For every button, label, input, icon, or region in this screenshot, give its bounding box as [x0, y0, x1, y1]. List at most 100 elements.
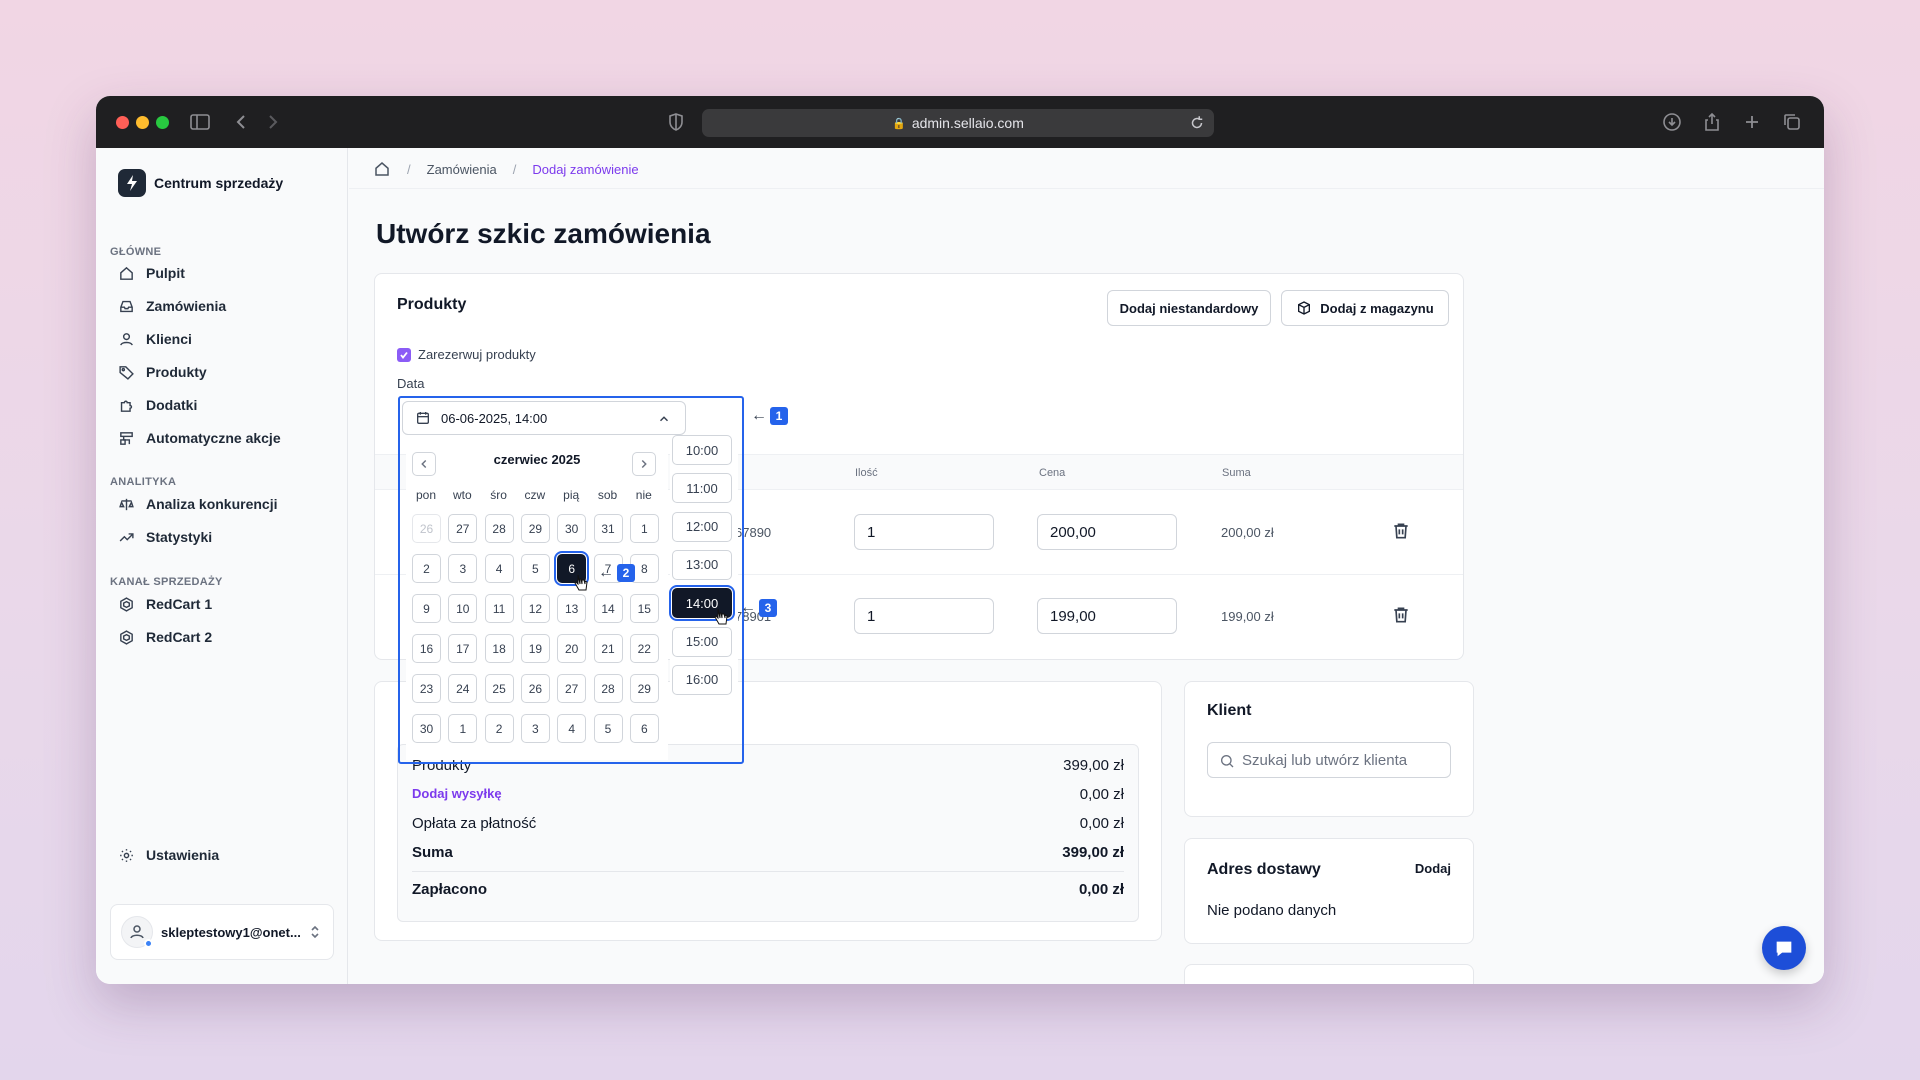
calendar-day[interactable]: 2 — [412, 554, 441, 583]
calendar-day[interactable]: 2 — [484, 714, 514, 743]
share-icon[interactable] — [1700, 110, 1724, 134]
calendar-day[interactable]: 28 — [593, 674, 623, 703]
sidebar-item-produkty[interactable]: Produkty — [118, 359, 207, 385]
close-window-button[interactable] — [116, 116, 129, 129]
sidebar-item-redcart-2[interactable]: RedCart 2 — [118, 624, 212, 650]
back-icon[interactable] — [230, 110, 254, 134]
calendar-day[interactable]: 17 — [448, 634, 478, 663]
forward-icon[interactable] — [260, 110, 284, 134]
calendar-day[interactable]: 13 — [557, 594, 587, 623]
trend-icon — [119, 532, 134, 542]
calendar-day[interactable]: 18 — [484, 634, 514, 663]
sidebar-item-dodatki[interactable]: Dodatki — [118, 392, 197, 418]
sidebar-item-label: Ustawienia — [146, 847, 220, 863]
address-bar[interactable]: 🔒 admin.sellaio.com — [702, 109, 1214, 137]
nav-section-main: GŁÓWNE — [110, 246, 162, 258]
new-tab-icon[interactable] — [1740, 110, 1764, 134]
brand-logo-icon — [118, 169, 146, 197]
client-search-input[interactable]: Szukaj lub utwórz klienta — [1207, 742, 1451, 778]
sidebar-item-klienci[interactable]: Klienci — [118, 326, 192, 352]
calendar-day[interactable]: 9 — [412, 594, 441, 623]
sidebar-item-automatyczne-akcje[interactable]: Automatyczne akcje — [118, 425, 281, 451]
hand-cursor-icon — [714, 608, 728, 625]
calendar-day[interactable]: 26 — [520, 674, 550, 703]
shipping-address-card: Adres dostawy Dodaj Nie podano danych — [1184, 838, 1474, 944]
calendar-day[interactable]: 3 — [520, 714, 550, 743]
calendar-day[interactable]: 15 — [629, 594, 659, 623]
calendar-day[interactable]: 30 — [557, 514, 587, 543]
add-address-button[interactable]: Dodaj — [1415, 861, 1451, 876]
home-icon[interactable] — [373, 160, 391, 178]
user-menu[interactable]: skleptestowy1@onet... — [110, 904, 334, 960]
qty-input[interactable]: 1 — [854, 598, 994, 634]
calendar-day[interactable]: 27 — [448, 514, 478, 543]
time-list: 10:00 11:00 12:00 13:00 14:00 15:00 16:00 — [669, 435, 738, 740]
date-input[interactable]: 06-06-2025, 14:00 — [402, 401, 686, 435]
calendar-day[interactable]: 1 — [629, 514, 659, 543]
trash-icon[interactable] — [1391, 605, 1411, 625]
brand[interactable]: Centrum sprzedaży — [118, 169, 283, 197]
calendar-day[interactable]: 20 — [557, 634, 587, 663]
calendar-day[interactable]: 1 — [448, 714, 478, 743]
time-option[interactable]: 13:00 — [672, 549, 732, 580]
breadcrumb: / Zamówienia / Dodaj zamówienie — [373, 160, 639, 178]
calendar-day[interactable]: 29 — [629, 674, 659, 703]
calendar-day[interactable]: 29 — [520, 514, 550, 543]
price-input[interactable]: 200,00 — [1037, 514, 1177, 550]
time-option[interactable]: 16:00 — [672, 664, 732, 695]
time-option[interactable]: 11:00 — [672, 473, 732, 504]
time-option[interactable]: 15:00 — [672, 626, 732, 657]
calendar-day[interactable]: 10 — [448, 594, 478, 623]
sidebar-toggle-icon[interactable] — [188, 110, 212, 134]
calendar-day[interactable]: 12 — [520, 594, 550, 623]
minimize-window-button[interactable] — [136, 116, 149, 129]
tabs-overview-icon[interactable] — [1780, 110, 1804, 134]
calendar-day[interactable]: 24 — [448, 674, 478, 703]
zoom-window-button[interactable] — [156, 116, 169, 129]
calendar-day[interactable]: 19 — [520, 634, 550, 663]
column-sum: Suma — [1222, 467, 1251, 479]
calendar-day[interactable]: 27 — [557, 674, 587, 703]
time-option[interactable]: 10:00 — [672, 435, 732, 465]
calendar-day[interactable]: 25 — [484, 674, 514, 703]
calendar-day[interactable]: 23 — [412, 674, 441, 703]
calendar-day[interactable]: 6 — [629, 714, 659, 743]
sidebar-item-pulpit[interactable]: Pulpit — [118, 260, 185, 286]
sidebar-item-zamowienia[interactable]: Zamówienia — [118, 293, 226, 319]
calendar-day[interactable]: 28 — [484, 514, 514, 543]
calendar-day[interactable]: 5 — [593, 714, 623, 743]
trash-icon[interactable] — [1391, 521, 1411, 541]
calendar-day[interactable]: 11 — [484, 594, 514, 623]
calendar-day[interactable]: 31 — [593, 514, 623, 543]
add-shipping-link[interactable]: Dodaj wysyłkę — [412, 786, 502, 803]
add-from-stock-label: Dodaj z magazynu — [1320, 300, 1434, 316]
time-option[interactable]: 12:00 — [672, 511, 732, 542]
client-search-placeholder: Szukaj lub utwórz klienta — [1242, 751, 1408, 769]
sidebar-item-redcart-1[interactable]: RedCart 1 — [118, 591, 212, 617]
calendar-day[interactable]: 22 — [629, 634, 659, 663]
qty-input[interactable]: 1 — [854, 514, 994, 550]
sidebar-item-statystyki[interactable]: Statystyki — [118, 524, 212, 550]
add-custom-button[interactable]: Dodaj niestandardowy — [1107, 290, 1271, 326]
calendar-day[interactable]: 26 — [412, 514, 441, 543]
calendar-day[interactable]: 4 — [484, 554, 514, 583]
calendar-day[interactable]: 3 — [448, 554, 478, 583]
sidebar-item-analiza-konkurencji[interactable]: Analiza konkurencji — [118, 491, 277, 517]
calendar-day[interactable]: 16 — [412, 634, 441, 663]
chat-button[interactable] — [1762, 926, 1806, 970]
calendar-day[interactable]: 21 — [593, 634, 623, 663]
reload-icon[interactable] — [1188, 114, 1206, 132]
calendar-day[interactable]: 30 — [412, 714, 441, 743]
breadcrumb-orders[interactable]: Zamówienia — [427, 162, 497, 177]
download-icon[interactable] — [1660, 110, 1684, 134]
add-from-stock-button[interactable]: Dodaj z magazynu — [1281, 290, 1449, 326]
next-month-button[interactable] — [632, 452, 656, 476]
reserve-checkbox[interactable] — [397, 348, 411, 362]
price-input[interactable]: 199,00 — [1037, 598, 1177, 634]
sidebar-item-ustawienia[interactable]: Ustawienia — [118, 842, 219, 868]
calendar-day[interactable]: 4 — [557, 714, 587, 743]
summary-value: 0,00 zł — [1078, 881, 1124, 898]
calendar-day[interactable]: 14 — [593, 594, 623, 623]
shield-icon[interactable] — [664, 110, 688, 134]
calendar-day[interactable]: 5 — [520, 554, 550, 583]
